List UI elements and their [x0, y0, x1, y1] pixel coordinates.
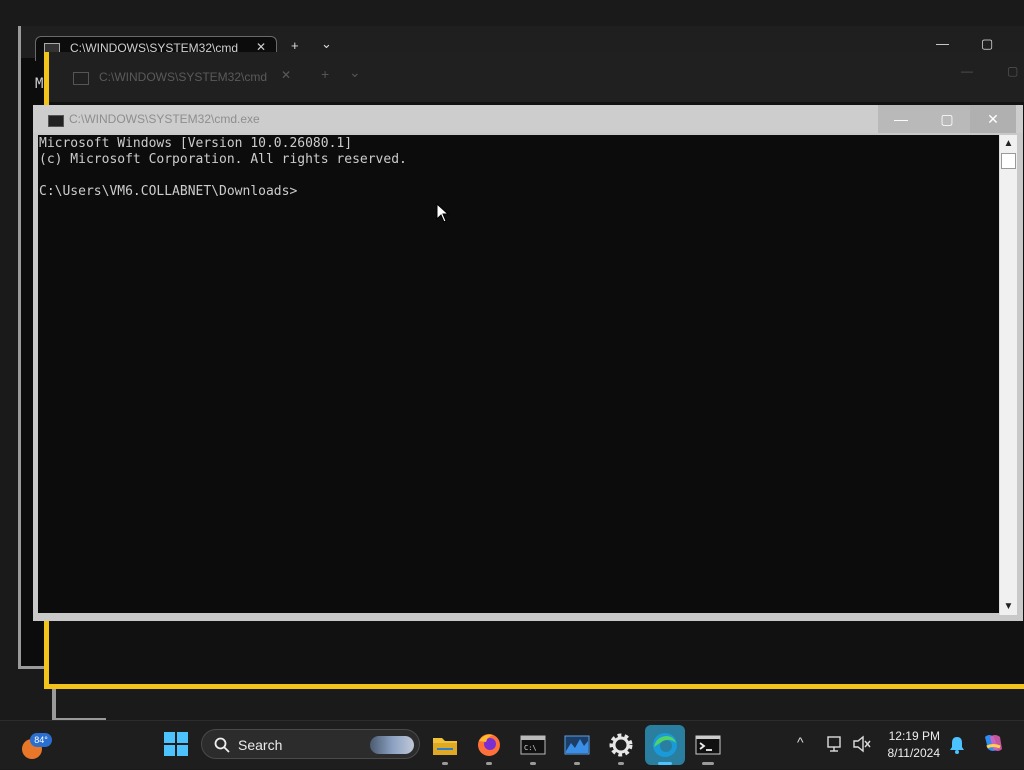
terminal-icon [695, 735, 721, 755]
minimize-button-2[interactable]: — [961, 64, 973, 78]
search-box[interactable]: Search [201, 729, 420, 759]
close-tab-icon[interactable]: ✕ [281, 68, 291, 82]
start-button[interactable] [164, 732, 188, 756]
weather-widget[interactable]: 84° [20, 731, 52, 759]
edge-icon [653, 733, 677, 757]
command-prompt-button[interactable]: C:\ [517, 729, 549, 761]
command-prompt-line: C:\Users\VM6.COLLABNET\Downloads> [39, 184, 298, 199]
cmd-icon [48, 115, 64, 127]
background-console-text: M [35, 76, 44, 92]
edge-button[interactable] [645, 725, 685, 765]
search-icon [214, 737, 230, 753]
settings-button[interactable] [605, 729, 637, 761]
windows-logo-icon [164, 732, 175, 743]
background-tab-2[interactable]: C:\WINDOWS\SYSTEM32\cmd ✕ [63, 64, 301, 90]
background-tab-bar-2: C:\WINDOWS\SYSTEM32\cmd ✕ + ⌄ — ▢ [49, 52, 1024, 102]
mouse-pointer-icon [436, 203, 450, 223]
maximize-button[interactable]: ▢ [981, 36, 993, 52]
running-indicator [442, 762, 448, 765]
minimize-button[interactable]: — [936, 36, 949, 51]
running-indicator [618, 762, 624, 765]
title-bar[interactable]: C:\WINDOWS\SYSTEM32\cmd.exe — ▢ ✕ [33, 105, 1023, 133]
new-tab-button[interactable]: + [291, 38, 299, 53]
windows-logo-icon [177, 745, 188, 756]
console-output[interactable]: Microsoft Windows [Version 10.0.26080.1]… [38, 135, 1000, 613]
new-tab-button-2[interactable]: + [321, 66, 329, 82]
tab-dropdown-button[interactable]: ⌄ [321, 36, 332, 52]
window-title: C:\WINDOWS\SYSTEM32\cmd.exe [69, 112, 260, 126]
terminal-button[interactable] [692, 729, 724, 761]
volume-muted-icon[interactable] [852, 735, 872, 753]
svg-text:C:\: C:\ [524, 744, 537, 752]
file-explorer-icon [433, 738, 457, 755]
scroll-up-icon[interactable]: ▲ [1000, 135, 1017, 152]
search-label: Search [238, 737, 283, 753]
clock-time[interactable]: 12:19 PM [880, 729, 940, 743]
gear-icon [609, 733, 633, 757]
tab-dropdown-button-2[interactable]: ⌄ [349, 64, 361, 81]
weather-temperature: 84° [30, 733, 52, 747]
running-indicator [486, 762, 492, 765]
taskbar: 84° Search C:\ ^ 12:19 PM 8/11/2024 [0, 720, 1024, 769]
minimize-button[interactable]: — [878, 105, 924, 133]
running-indicator [530, 762, 536, 765]
task-manager-icon [564, 735, 590, 755]
scroll-down-icon[interactable]: ▼ [1000, 598, 1017, 615]
windows-logo-icon [164, 745, 175, 756]
windows-logo-icon [177, 732, 188, 743]
command-prompt-icon: C:\ [520, 735, 546, 755]
active-indicator [658, 762, 672, 765]
clock-date[interactable]: 8/11/2024 [880, 746, 941, 760]
maximize-button-2[interactable]: ▢ [1007, 64, 1018, 78]
scroll-thumb[interactable] [1001, 153, 1016, 169]
file-explorer-button[interactable] [429, 729, 461, 761]
cmd-icon [73, 72, 89, 85]
copilot-icon[interactable] [980, 731, 1006, 757]
background-tab-title-2: C:\WINDOWS\SYSTEM32\cmd [99, 70, 268, 84]
search-highlight-image [370, 736, 414, 754]
firefox-icon [478, 734, 500, 756]
console-line: (c) Microsoft Corporation. All rights re… [39, 152, 407, 167]
firefox-button[interactable] [473, 729, 505, 761]
network-icon[interactable] [826, 735, 846, 753]
vertical-scrollbar[interactable]: ▲ ▼ [999, 135, 1017, 615]
running-indicator [574, 762, 580, 765]
notification-bell-icon[interactable] [948, 735, 966, 755]
show-hidden-icons-button[interactable]: ^ [797, 734, 804, 750]
console-line: Microsoft Windows [Version 10.0.26080.1] [39, 136, 353, 151]
cmd-window: C:\WINDOWS\SYSTEM32\cmd.exe — ▢ ✕ Micros… [33, 105, 1023, 621]
task-manager-button[interactable] [561, 729, 593, 761]
close-button[interactable]: ✕ [970, 105, 1016, 133]
maximize-button[interactable]: ▢ [924, 105, 970, 133]
running-indicator [702, 762, 714, 765]
